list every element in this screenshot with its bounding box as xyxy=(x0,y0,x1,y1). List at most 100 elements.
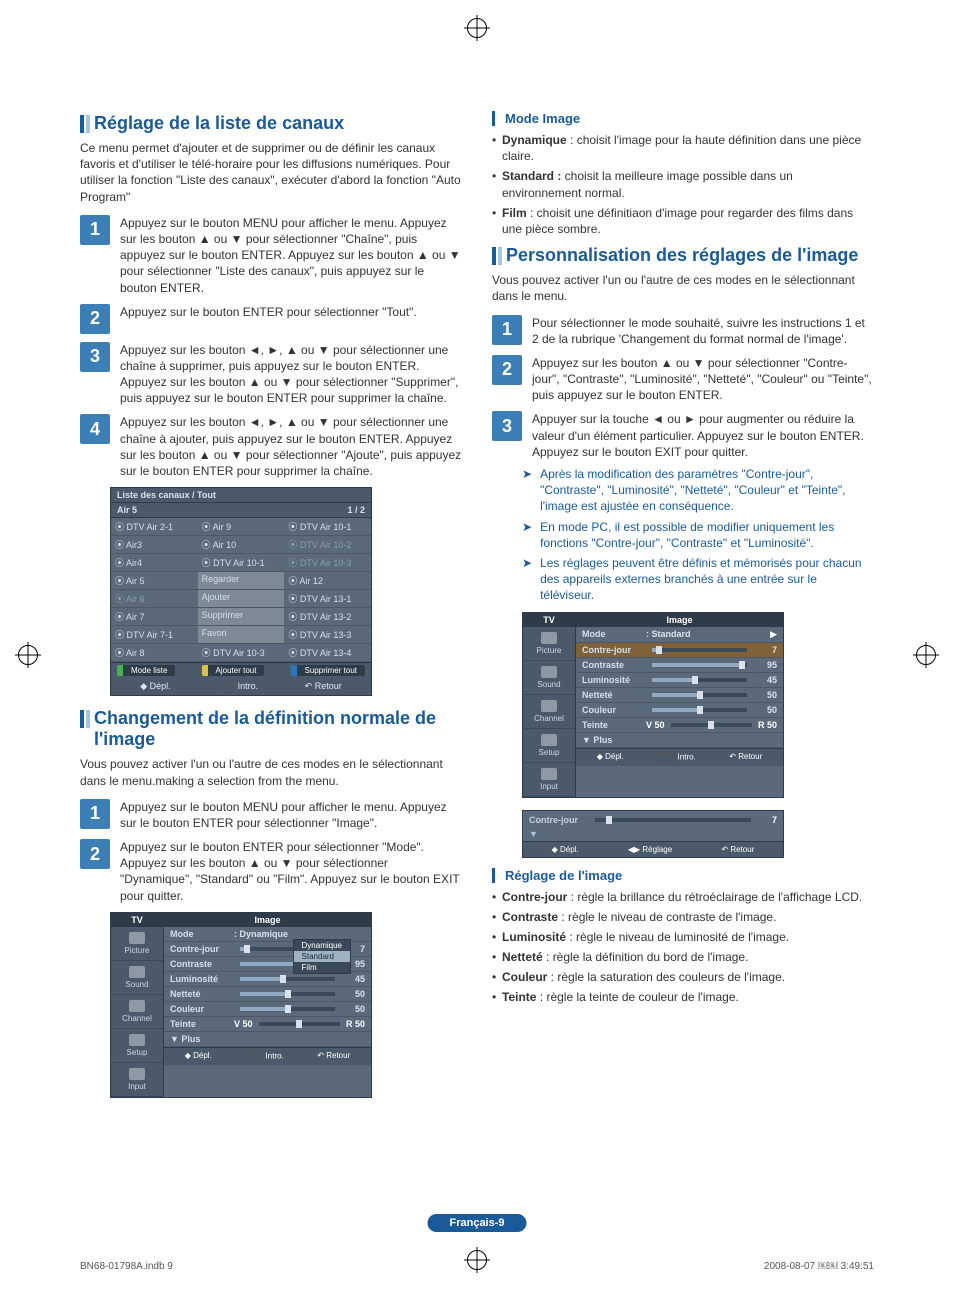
osd-row: Couleur50 xyxy=(164,1002,371,1017)
heading-custom-image: Personnalisation des réglages de l'image xyxy=(492,245,874,266)
step-2: 2Appuyez sur les bouton ▲ ou ▼ pour séle… xyxy=(492,355,874,404)
osd-side-item: Channel xyxy=(111,995,163,1029)
subheading-image-adjust: Réglage de l'image xyxy=(492,868,874,883)
osd-foot-return: ↶ Retour xyxy=(317,1051,350,1062)
osd-row: Luminosité45 xyxy=(164,972,371,987)
osd-side-items: PictureSoundChannelSetupInput xyxy=(111,927,163,1097)
osd-slider xyxy=(595,818,751,822)
osd-value: 7 xyxy=(753,645,777,655)
osd-row-plus: ▼ Plus xyxy=(576,733,783,748)
step-text: Appuyez sur les bouton ▲ ou ▼ pour sélec… xyxy=(532,355,874,404)
mode-list: Dynamique : choisit l'image pour la haut… xyxy=(492,132,874,237)
page-footer-badge: Français-9 xyxy=(427,1214,526,1232)
print-meta: BN68-01798A.indb 9 2008-08-07 ￼￼ 3:49:51 xyxy=(80,1261,874,1272)
step-2: 2Appuyez sur le bouton ENTER pour sélect… xyxy=(80,839,462,904)
osd-dropdown: DynamiqueStandardFilm xyxy=(293,939,351,974)
osd-mode-value: : Dynamique xyxy=(234,929,288,939)
step-1: 1Appuyez sur le bouton MENU pour affiche… xyxy=(80,215,462,296)
osd-foot-enter: Intro. xyxy=(245,1051,283,1062)
osd-teinte-l: V 50 xyxy=(646,720,665,730)
osd-title-bar: Liste des canaux / Tout xyxy=(111,488,371,503)
osd-row-mode: Mode: Standard▶ xyxy=(576,627,783,643)
step-number: 1 xyxy=(492,315,522,345)
osd-teinte-r: R 50 xyxy=(346,1019,365,1029)
list-item: Film : choisit une définitiaon d'image p… xyxy=(492,205,874,237)
osd-title: Liste des canaux / Tout xyxy=(117,490,216,500)
osd-tv-label: TV xyxy=(523,613,575,627)
osd-tv-menu: TV PictureSoundChannelSetupInput Image M… xyxy=(522,612,784,798)
osd-side-item: Picture xyxy=(111,927,163,961)
osd-side-item: Input xyxy=(111,1063,163,1097)
osd-label: Contre-jour xyxy=(529,815,589,825)
osd-row: Couleur 50 xyxy=(576,703,783,718)
osd-cell: ⦿ DTV Air 13-4 xyxy=(284,644,371,662)
osd-foot-move: ◆ Dépl. xyxy=(140,681,170,692)
osd-teinte-l: V 50 xyxy=(234,1019,253,1029)
list-item: Teinte : règle la teinte de couleur de l… xyxy=(492,989,874,1005)
osd-plus: ▼ Plus xyxy=(170,1034,234,1044)
osd-side-item: Sound xyxy=(523,661,575,695)
osd-label: Teinte xyxy=(170,1019,234,1029)
osd-label: Netteté xyxy=(582,690,646,700)
osd-row: Luminosité45 xyxy=(576,673,783,688)
intro-text: Ce menu permet d'ajouter et de supprimer… xyxy=(80,140,462,205)
osd-main: Image Mode: Standard▶ Contre-jour7Contra… xyxy=(576,613,783,797)
osd-side-item: Picture xyxy=(523,627,575,661)
osd-value: 50 xyxy=(753,705,777,715)
osd-cell: ⦿ DTV Air 10-3 xyxy=(198,644,285,662)
osd-value: 50 xyxy=(341,989,365,999)
osd-label: Couleur xyxy=(582,705,646,715)
osd-slider xyxy=(652,648,747,652)
subheading-mode-image: Mode Image xyxy=(492,111,874,126)
osd-label: Contraste xyxy=(582,660,646,670)
note: ➤En mode PC, il est possible de modifier… xyxy=(522,519,874,551)
step-number: 3 xyxy=(492,411,522,441)
step-1: 1 Pour sélectionner le mode souhaité, sui… xyxy=(492,315,874,347)
osd-row-teinte: TeinteV 50 R 50 xyxy=(576,718,783,733)
osd-side-item: Input xyxy=(523,763,575,797)
osd-foot-return: ↶ Retour xyxy=(721,845,754,854)
chevron-icon: ➤ xyxy=(522,555,532,604)
osd-btn-addall: Ajouter tout xyxy=(202,665,265,676)
osd-cell: ⦿ DTV Air 13-2 xyxy=(284,608,371,626)
osd-label: Luminosité xyxy=(582,675,646,685)
osd-slider xyxy=(652,663,747,667)
osd-teinte-r: R 50 xyxy=(758,720,777,730)
osd-cell: ⦿ DTV Air 10-1 xyxy=(198,554,285,572)
osd-label: Contraste xyxy=(170,959,234,969)
step-text: Appuyez sur les bouton ◄, ►, ▲ ou ▼ pour… xyxy=(120,342,462,407)
osd-value: 7 xyxy=(757,815,777,825)
step-text: Pour sélectionner le mode souhaité, suiv… xyxy=(532,315,874,347)
osd-side-item: Setup xyxy=(523,729,575,763)
osd-row: Netteté50 xyxy=(576,688,783,703)
list-item: Standard : choisit la meilleure image po… xyxy=(492,168,874,200)
registration-mark xyxy=(916,645,936,665)
osd-row: Contre-jour7 xyxy=(576,643,783,658)
osd-dd-item: Standard xyxy=(294,951,350,962)
osd-footer: ◆ Dépl. Intro. ↶ Retour xyxy=(111,678,371,695)
osd-label: Teinte xyxy=(582,720,646,730)
list-item: Contre-jour : règle la brillance du rétr… xyxy=(492,889,874,905)
step-3: 3Appuyer sur la touche ◄ ou ► pour augme… xyxy=(492,411,874,460)
osd-slider xyxy=(652,708,747,712)
osd-cell: ⦿ Air 5 xyxy=(111,572,198,590)
osd-label: Mode xyxy=(170,929,234,939)
osd-cell: Ajouter xyxy=(198,590,285,608)
osd-side-item: Setup xyxy=(111,1029,163,1063)
osd-main-title: Image xyxy=(164,913,371,927)
osd-label: Mode xyxy=(582,629,646,639)
intro-text: Vous pouvez activer l'un ou l'autre de c… xyxy=(80,756,462,788)
right-column: Mode Image Dynamique : choisit l'image p… xyxy=(492,105,874,1110)
osd-tv-menu: TV PictureSoundChannelSetupInput Image M… xyxy=(110,912,372,1098)
osd-btn-modelist: Mode liste xyxy=(117,665,175,676)
list-item: Netteté : règle la définition du bord de… xyxy=(492,949,874,965)
list-item: Couleur : règle la saturation des couleu… xyxy=(492,969,874,985)
osd-channel-list: Liste des canaux / Tout Air 51 / 2 ⦿ DTV… xyxy=(110,487,372,696)
osd-row-teinte: TeinteV 50 R 50 xyxy=(164,1017,371,1032)
note: ➤Après la modification des paramètres "C… xyxy=(522,466,874,515)
osd-value: 95 xyxy=(753,660,777,670)
osd-foot-move: ◆ Dépl. xyxy=(552,845,579,854)
osd-row-plus: ▼ Plus xyxy=(164,1032,371,1047)
osd-value: 45 xyxy=(341,974,365,984)
osd-cell: ⦿ DTV Air 7-1 xyxy=(111,626,198,644)
